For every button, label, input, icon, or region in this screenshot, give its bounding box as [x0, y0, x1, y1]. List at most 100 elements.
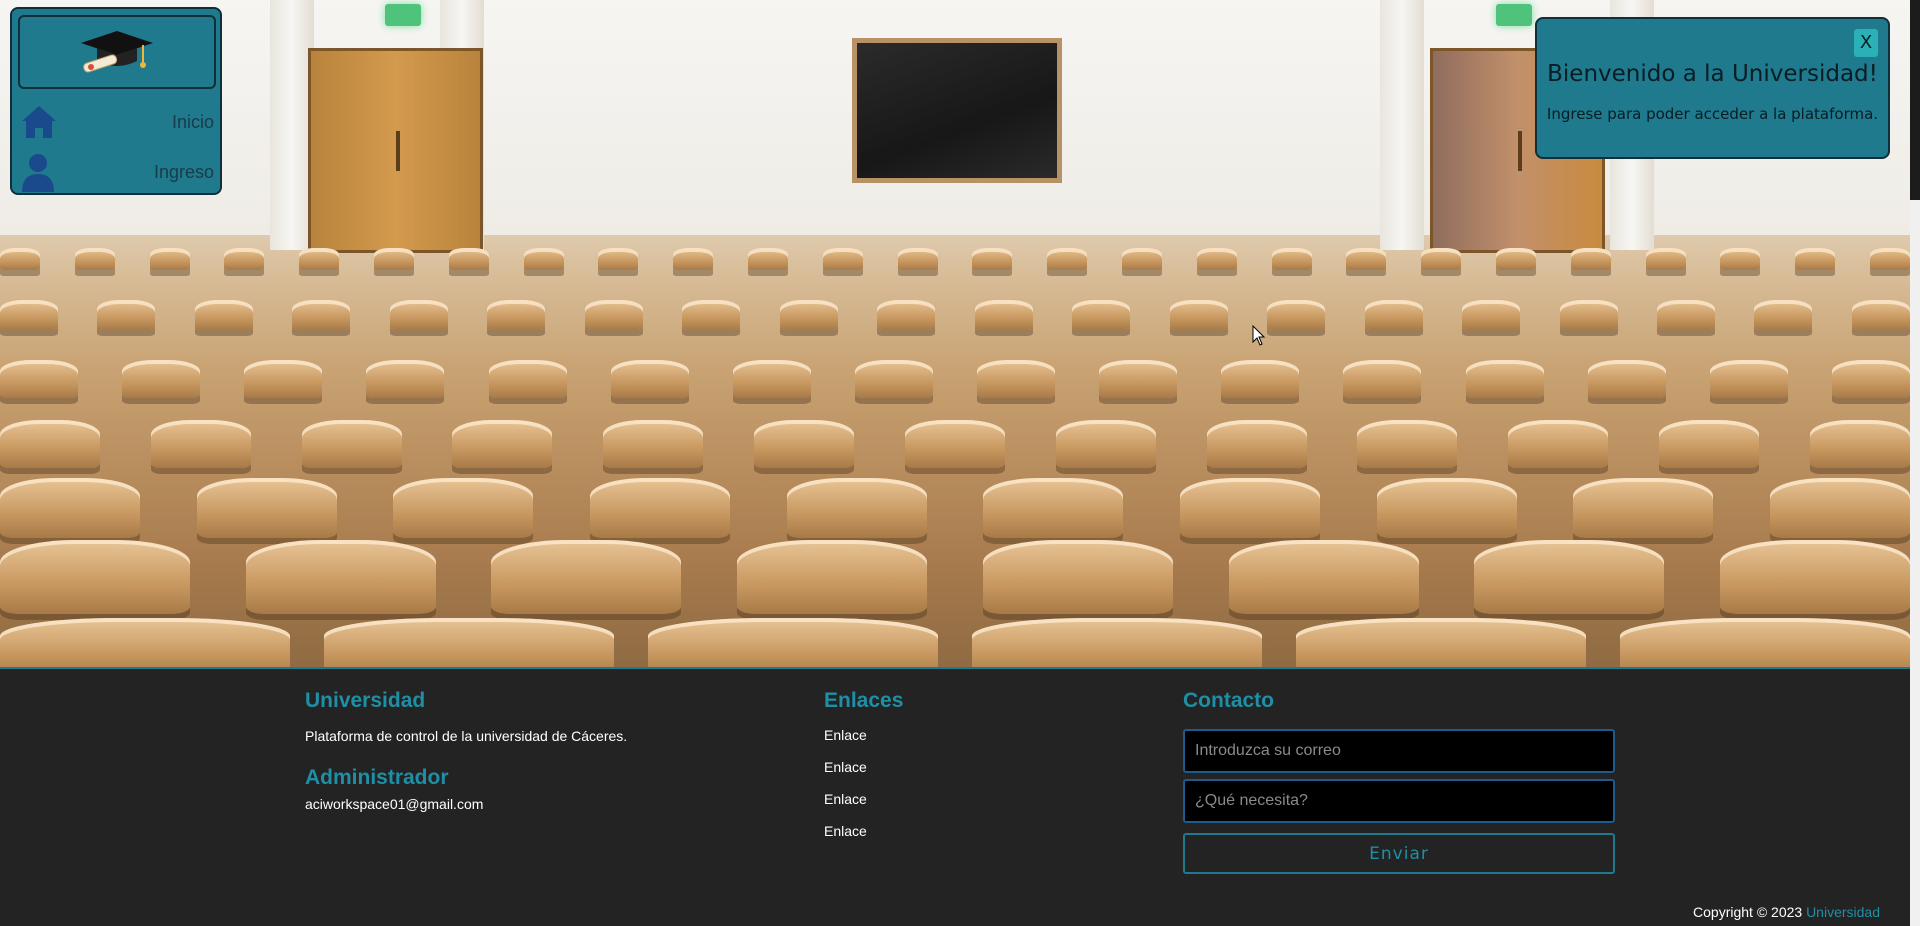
hall-seat [732, 360, 811, 398]
hall-seat [122, 360, 201, 398]
user-icon [22, 154, 54, 192]
hall-seat [983, 478, 1124, 538]
toast-title: Bienvenido a la Universidad! [1547, 61, 1878, 87]
hall-seat [299, 248, 340, 270]
hall-seat [1831, 360, 1910, 398]
hall-seat [74, 248, 115, 270]
contact-need-input[interactable] [1183, 779, 1615, 823]
hall-seat [452, 420, 553, 468]
hall-seat [610, 360, 689, 398]
exit-sign-left [385, 4, 421, 26]
hall-seat [1169, 300, 1228, 330]
hall-seat [0, 540, 190, 614]
hall-seat [822, 248, 863, 270]
hall-seat [324, 618, 614, 667]
hall-seat [897, 248, 938, 270]
hall-seat [1221, 360, 1300, 398]
hall-seat [1364, 300, 1423, 330]
copyright-brand-link[interactable]: Universidad [1806, 904, 1880, 920]
hall-seat [487, 300, 546, 330]
hall-seat [877, 300, 936, 330]
list-item: Enlace [824, 823, 903, 855]
hall-seat [682, 300, 741, 330]
hall-seat [0, 360, 78, 398]
hall-seat [1754, 300, 1813, 330]
hall-seat [1570, 248, 1611, 270]
hall-seat [1121, 248, 1162, 270]
hall-seat [448, 248, 489, 270]
copyright: Copyright © 2023 Universidad [1693, 904, 1880, 920]
footer-heading-university: Universidad [305, 689, 426, 712]
hall-seat [747, 248, 788, 270]
hall-seat [245, 540, 436, 614]
hall-seat [0, 420, 100, 468]
hall-seat [1719, 540, 1910, 614]
hall-seat [1809, 420, 1910, 468]
list-item: Enlace [824, 791, 903, 823]
toast-message: Ingrese para poder acceder a la platafor… [1546, 105, 1879, 123]
hall-seat [1346, 248, 1387, 270]
hall-seat [97, 300, 156, 330]
nav-item-inicio[interactable]: Inicio [12, 101, 220, 143]
hall-seat [366, 360, 445, 398]
hall-seat [673, 248, 714, 270]
hall-seat [1645, 248, 1686, 270]
footer-column-contact: Contacto Enviar [1183, 689, 1615, 874]
contact-email-input[interactable] [1183, 729, 1615, 773]
hall-seat [1055, 420, 1156, 468]
footer-links-list: Enlace Enlace Enlace Enlace [824, 727, 903, 855]
house-icon [22, 106, 56, 138]
footer-link-2[interactable]: Enlace [824, 759, 867, 775]
hall-seat [0, 300, 58, 330]
hall-seat [1495, 248, 1536, 270]
blackboard [852, 38, 1062, 183]
footer-link-1[interactable]: Enlace [824, 727, 867, 743]
hall-seat [1196, 248, 1237, 270]
hall-seat [589, 478, 730, 538]
scrollbar-thumb[interactable] [1910, 0, 1920, 200]
hall-seat [1659, 420, 1760, 468]
hall-seat [598, 248, 639, 270]
footer-link-4[interactable]: Enlace [824, 823, 867, 839]
hall-seat [1376, 478, 1517, 538]
send-button[interactable]: Enviar [1183, 833, 1615, 874]
hall-seat [1047, 248, 1088, 270]
hall-seat [244, 360, 323, 398]
nav-item-ingreso[interactable]: Ingreso [12, 151, 220, 193]
hall-seat [0, 618, 290, 667]
footer-column-links: Enlaces Enlace Enlace Enlace Enlace [824, 689, 903, 855]
page-scrollbar[interactable] [1910, 0, 1920, 926]
nav-item-label: Ingreso [153, 161, 214, 182]
footer-column-university: Universidad Plataforma de control de la … [305, 689, 627, 812]
list-item: Enlace [824, 727, 903, 759]
side-navigation: Inicio Ingreso [10, 7, 222, 195]
hall-seat [301, 420, 402, 468]
close-toast-button[interactable]: X [1854, 29, 1878, 57]
graduation-cap-icon [81, 31, 153, 73]
hall-seat [224, 248, 265, 270]
hall-seat [1099, 360, 1178, 398]
mouse-cursor-icon [1252, 325, 1266, 346]
hall-seat [1795, 248, 1836, 270]
hall-seat [1559, 300, 1618, 330]
welcome-toast: X Bienvenido a la Universidad! Ingrese p… [1535, 17, 1890, 159]
hall-seat [786, 478, 927, 538]
hall-seat [150, 420, 251, 468]
hall-seat [491, 540, 682, 614]
hall-seat [488, 360, 567, 398]
hall-seat [292, 300, 351, 330]
hall-seat [584, 300, 643, 330]
footer-heading-links: Enlaces [824, 689, 904, 712]
hall-seat [972, 618, 1262, 667]
logo-box[interactable] [18, 15, 216, 89]
hall-seat [1508, 420, 1609, 468]
hall-seat [1271, 248, 1312, 270]
hall-seat [1296, 618, 1586, 667]
exit-sign-right [1496, 4, 1532, 26]
hall-seat [0, 248, 40, 270]
hall-seat [1343, 360, 1422, 398]
hall-seat [904, 420, 1005, 468]
hall-seat [1587, 360, 1666, 398]
footer-link-3[interactable]: Enlace [824, 791, 867, 807]
hall-seat [373, 248, 414, 270]
